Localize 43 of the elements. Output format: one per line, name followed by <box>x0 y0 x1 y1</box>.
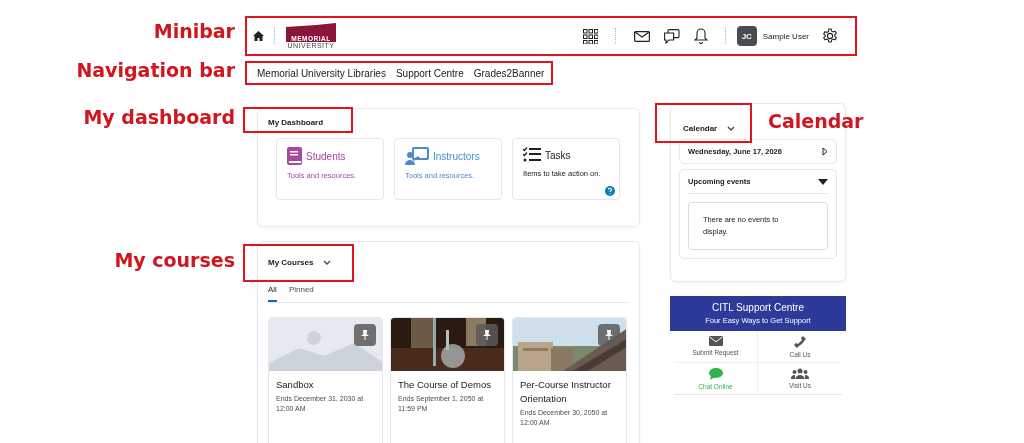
annotation-label: Navigation bar <box>75 59 235 81</box>
course-tab[interactable]: All <box>268 285 277 302</box>
envelope-icon <box>708 336 723 346</box>
presenter-icon <box>405 147 429 165</box>
people-icon <box>791 368 809 379</box>
tile-title: Tasks <box>545 149 571 161</box>
nav-link[interactable]: Memorial University Libraries <box>257 67 386 79</box>
notification-bell-icon[interactable] <box>693 28 708 44</box>
course-name: The Course of Demos <box>397 378 492 392</box>
chevron-down-icon[interactable] <box>323 260 332 265</box>
caret-down-icon[interactable] <box>818 178 828 185</box>
settings-icon[interactable] <box>822 28 838 44</box>
checklist-icon <box>523 147 541 163</box>
home-icon[interactable] <box>253 31 264 41</box>
help-icon[interactable] <box>605 186 615 196</box>
widget-title: Calendar <box>683 124 718 133</box>
apps-grid-icon[interactable] <box>582 28 598 44</box>
widget-title: My Dashboard <box>268 118 324 127</box>
chat-icon[interactable] <box>663 28 680 44</box>
course-tab[interactable]: Pinned <box>288 285 314 302</box>
annotation-label: My dashboard <box>82 106 235 128</box>
pin-icon[interactable] <box>598 324 620 346</box>
tile-title: Instructors <box>433 150 480 162</box>
course-name: Per-Course Instructor Orientation <box>519 378 612 406</box>
chevron-down-icon[interactable] <box>727 126 736 131</box>
next-arrow-icon[interactable] <box>822 147 828 156</box>
tile-title: Students <box>306 150 346 162</box>
annotation-label: Calendar <box>768 110 865 132</box>
pin-icon[interactable] <box>476 324 498 346</box>
mail-icon[interactable] <box>633 30 650 42</box>
nav-link[interactable]: Support Centre <box>395 67 464 79</box>
nav-link[interactable]: Grades2Banner <box>473 67 545 79</box>
image-placeholder-icon <box>269 318 382 371</box>
phone-icon <box>794 336 806 348</box>
course-name: Sandbox <box>275 378 315 392</box>
user-name[interactable]: Sample User <box>762 31 809 41</box>
speech-bubble-icon <box>708 368 723 380</box>
annotation-label: My courses <box>113 249 235 271</box>
pin-icon[interactable] <box>354 324 376 346</box>
widget-title: My Courses <box>268 258 314 267</box>
annotation-label: Minibar <box>152 20 235 42</box>
book-icon <box>287 147 302 165</box>
user-avatar[interactable]: JC <box>736 26 757 46</box>
